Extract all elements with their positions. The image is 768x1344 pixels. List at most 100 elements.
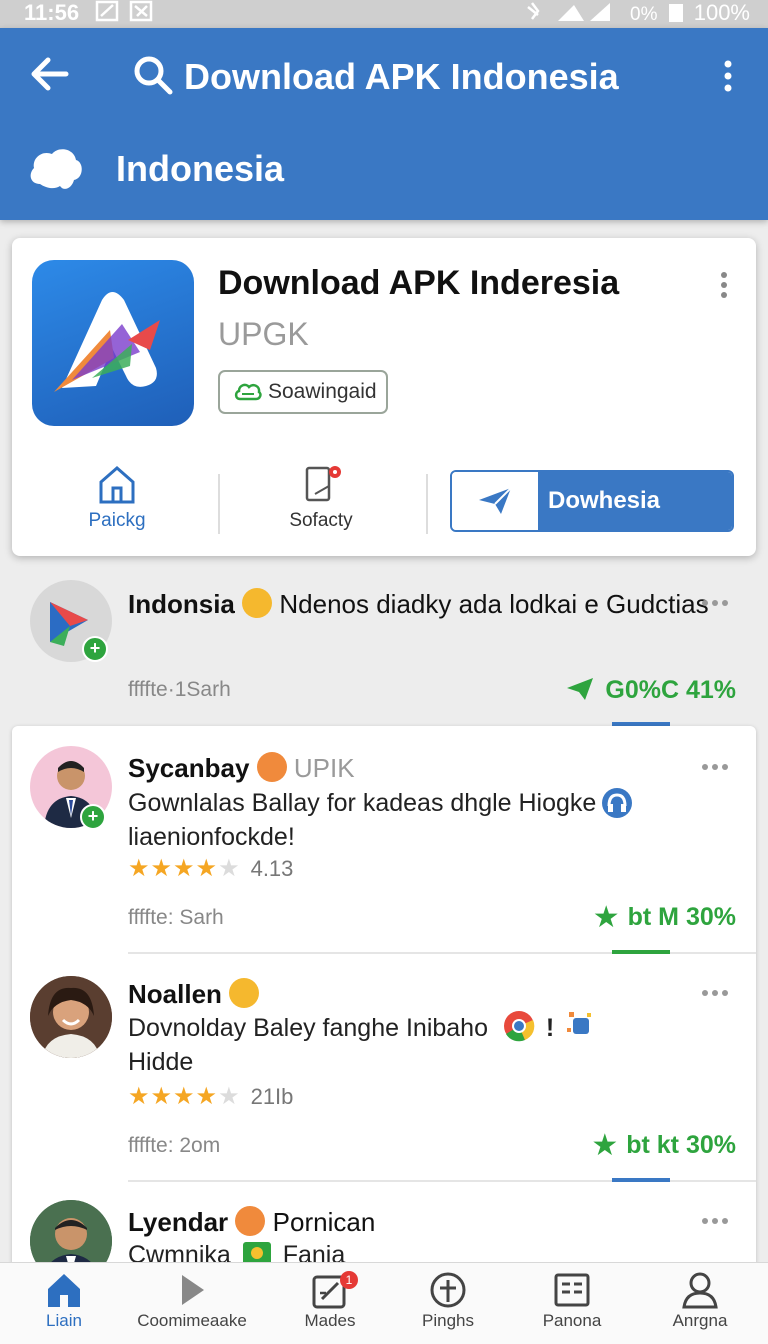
cloud-tag-icon bbox=[234, 383, 262, 401]
star-green-icon: ★ bbox=[591, 1129, 619, 1162]
category-tag[interactable]: Soawingaid bbox=[218, 370, 388, 414]
send-icon bbox=[452, 472, 538, 530]
review-progress bbox=[612, 1178, 670, 1182]
reviewer-name[interactable]: Lyendar bbox=[128, 1207, 228, 1237]
rating-value: 21Ib bbox=[250, 1084, 294, 1109]
nav-item-panona[interactable]: Panona bbox=[508, 1271, 636, 1331]
battery-percent: 100% bbox=[693, 0, 750, 25]
nav-label: Anrgna bbox=[672, 1311, 728, 1330]
pin-icon bbox=[430, 1272, 466, 1308]
region-label: Indonesia bbox=[116, 148, 285, 189]
status-time: 11:56 bbox=[24, 0, 80, 25]
review-header: Sycanbay UPIK bbox=[128, 752, 355, 784]
review-header: Indonsia Ndenos diadky ada lodkai e Gudc… bbox=[128, 588, 709, 620]
review-overflow-icon[interactable] bbox=[700, 762, 730, 772]
review-text-line2: Hidde bbox=[128, 1048, 194, 1076]
verified-badge-icon: + bbox=[80, 804, 106, 830]
app-bar: Download APK Indonesia Indonesia bbox=[0, 28, 768, 220]
review-stat: ★ bt M 30% bbox=[593, 900, 736, 935]
action-divider bbox=[426, 474, 428, 534]
nav-label: Coomimeaake bbox=[137, 1311, 247, 1330]
app-name: Download APK Inderesia bbox=[218, 264, 620, 302]
review-meta: ffffte: Sarh bbox=[128, 906, 224, 929]
review-stat: G0%C 41% bbox=[565, 676, 736, 705]
app-developer[interactable]: UPGK bbox=[218, 316, 309, 353]
review-text: Gownlalas Ballay for kadeas dhgle Hiogke… bbox=[128, 789, 597, 851]
nav-label: Mades bbox=[304, 1311, 356, 1330]
person-icon bbox=[682, 1272, 718, 1309]
review-stat-value: bt kt 30% bbox=[626, 1131, 736, 1159]
list-icon bbox=[554, 1273, 590, 1307]
package-button[interactable]: Paickg bbox=[52, 464, 182, 532]
fire-emoji-icon bbox=[256, 752, 287, 782]
nav-item-play[interactable]: Coomimeaake bbox=[128, 1271, 256, 1331]
reviewer-name[interactable]: Indonsia bbox=[128, 589, 235, 619]
signal-icon bbox=[527, 2, 610, 21]
smile-emoji-icon bbox=[242, 588, 273, 618]
review-stat: ★ bt kt 30% bbox=[591, 1128, 736, 1163]
review-meta: ffffte: 2om bbox=[128, 1134, 221, 1157]
review-meta: ffffte·1Sarh bbox=[128, 678, 231, 701]
download-button[interactable]: Dowhesia bbox=[450, 470, 734, 532]
review-overflow-icon[interactable] bbox=[700, 598, 730, 608]
battery-icon bbox=[668, 4, 683, 22]
star-green-icon: ★ bbox=[592, 901, 620, 934]
safety-label: Sofacty bbox=[289, 510, 353, 531]
app-bar-title[interactable]: Download APK Indonesia bbox=[184, 56, 619, 98]
app-overflow-icon[interactable] bbox=[712, 270, 736, 300]
review-stat-value: bt M 30% bbox=[627, 903, 736, 931]
review-text: Dovnolday Baley fanghe Inibaho bbox=[128, 1014, 488, 1042]
review-body: Dovnolday Baley fanghe Inibaho ! Hidde bbox=[128, 1010, 668, 1079]
download-label: Dowhesia bbox=[538, 472, 732, 530]
play-icon bbox=[182, 1275, 204, 1305]
battery-label: 0% bbox=[630, 4, 658, 25]
rating-value: 4.13 bbox=[250, 856, 294, 881]
send-green-icon bbox=[567, 678, 594, 700]
star-rating: ★★★★★ 4.13 bbox=[128, 855, 294, 882]
review-body: Gownlalas Ballay for kadeas dhgle Hiogke… bbox=[128, 786, 668, 854]
reviewer-tag: Pornican bbox=[272, 1207, 376, 1237]
review-overflow-icon[interactable] bbox=[700, 1216, 730, 1226]
home-icon bbox=[48, 1274, 80, 1307]
wink-emoji-icon bbox=[229, 978, 260, 1008]
app-card: Download APK Inderesia UPGK Soawingaid P… bbox=[12, 238, 756, 556]
house-icon bbox=[99, 466, 135, 504]
package-label: Paickg bbox=[88, 510, 146, 531]
nav-label: Liain bbox=[46, 1311, 82, 1330]
verified-badge-icon: + bbox=[82, 636, 108, 662]
review-header: Lyendar Pornican bbox=[128, 1206, 375, 1238]
category-tag-label: Soawingaid bbox=[268, 380, 377, 403]
review-text: Ndenos diadky ada lodkai e Gudctias bbox=[279, 589, 709, 619]
status-right: 0% 100% bbox=[524, 0, 750, 26]
avatar[interactable] bbox=[30, 976, 112, 1058]
app-logo-icon[interactable] bbox=[32, 260, 194, 426]
action-divider bbox=[218, 474, 220, 534]
headset-icon bbox=[602, 788, 632, 818]
nav-label: Panona bbox=[542, 1311, 602, 1330]
nav-item-home[interactable]: Liain bbox=[0, 1271, 128, 1331]
status-bar: 11:56 0% 100% bbox=[0, 0, 768, 28]
fire-emoji-icon bbox=[235, 1206, 266, 1236]
cloud-icon bbox=[30, 149, 82, 189]
review-stat-value: G0%C 41% bbox=[605, 676, 736, 704]
nav-label: Pinghs bbox=[422, 1311, 474, 1330]
reviewer-name[interactable]: Sycanbay bbox=[128, 753, 249, 783]
reviewer-name[interactable]: Noallen bbox=[128, 979, 222, 1009]
reviewer-tag: UPIK bbox=[293, 753, 355, 783]
bottom-navigation: Liain Coomimeaake Mades 1 Pinghs Panona … bbox=[0, 1262, 768, 1344]
notification-icons bbox=[95, 0, 155, 28]
overflow-menu-icon[interactable] bbox=[712, 56, 744, 96]
device-icon bbox=[305, 466, 341, 502]
sparkle-icon bbox=[567, 1012, 592, 1034]
nav-item-profile[interactable]: Anrgna bbox=[636, 1271, 764, 1331]
back-arrow-icon[interactable] bbox=[26, 50, 74, 98]
review-header: Noallen bbox=[128, 978, 260, 1010]
search-icon[interactable] bbox=[132, 54, 174, 96]
review-progress bbox=[612, 950, 670, 954]
nav-item-pinghs[interactable]: Pinghs bbox=[384, 1271, 512, 1331]
chrome-icon bbox=[503, 1011, 535, 1042]
star-rating: ★★★★★ 21Ib bbox=[128, 1083, 294, 1110]
nav-item-mades[interactable]: Mades 1 bbox=[266, 1271, 394, 1331]
safety-button[interactable]: Sofacty bbox=[256, 464, 386, 532]
review-overflow-icon[interactable] bbox=[700, 988, 730, 998]
